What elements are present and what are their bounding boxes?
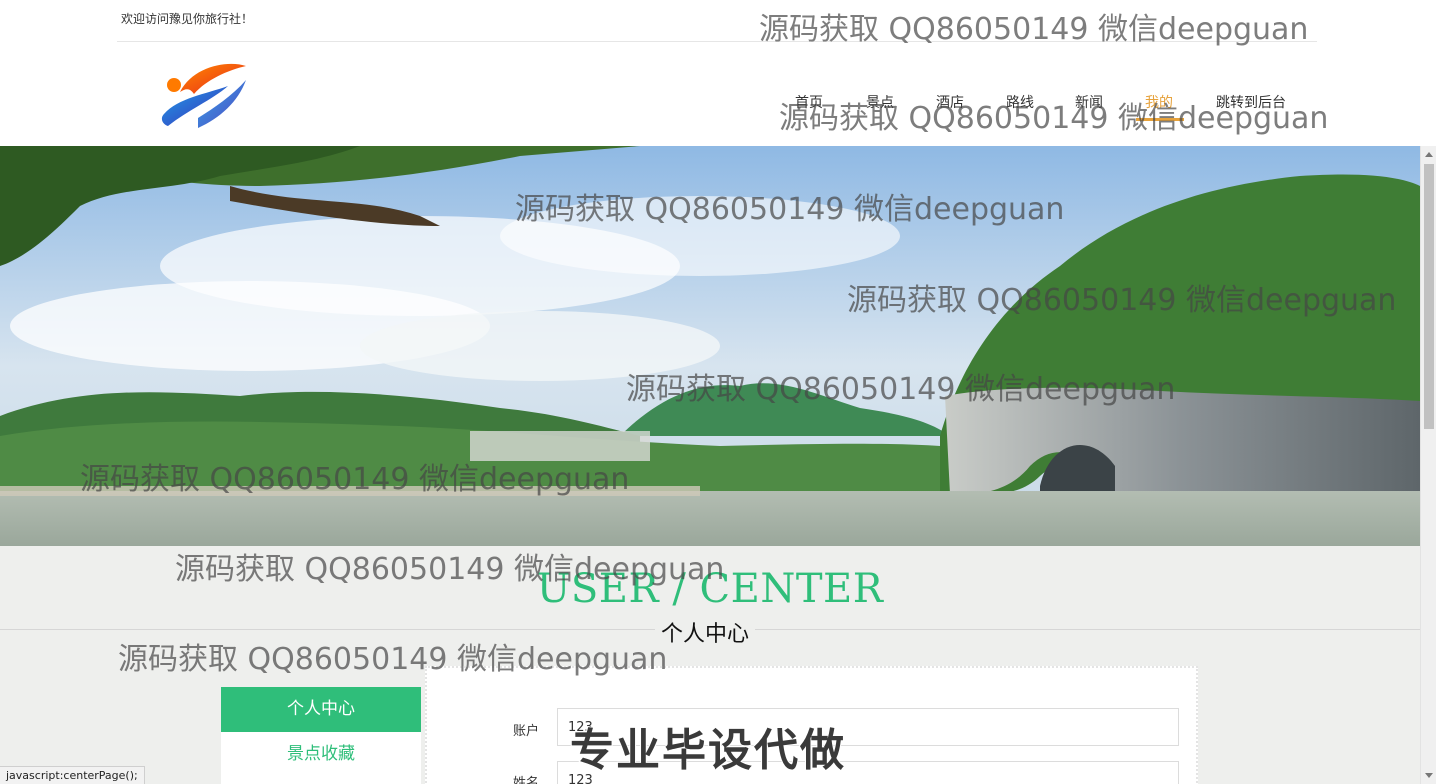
account-label: 账户 xyxy=(513,724,540,739)
nav-mine[interactable]: 我的 xyxy=(1145,92,1173,112)
scroll-up-arrow-icon[interactable] xyxy=(1425,152,1433,157)
banner-image xyxy=(0,146,1420,546)
nav-hotels[interactable]: 酒店 xyxy=(936,92,964,112)
name-label: 姓名 xyxy=(513,776,540,784)
main-nav: 首页 景点 酒店 路线 新闻 我的 跳转到后台 xyxy=(0,92,1420,122)
sidebar-item-profile[interactable]: 个人中心 xyxy=(221,687,421,732)
nav-admin[interactable]: 跳转到后台 xyxy=(1216,92,1286,112)
section-title-cn: 个人中心 xyxy=(655,616,756,648)
user-center-section: USER / CENTER 个人中心 个人中心 景点收藏 账户 姓名 xyxy=(0,546,1420,784)
profile-form: 账户 姓名 xyxy=(425,666,1198,784)
scroll-down-arrow-icon[interactable] xyxy=(1425,773,1433,778)
account-field[interactable] xyxy=(557,708,1179,746)
section-title-en: USER / CENTER xyxy=(536,566,884,612)
name-field[interactable] xyxy=(557,761,1179,784)
nav-active-indicator xyxy=(1136,118,1184,121)
nav-routes[interactable]: 路线 xyxy=(1006,92,1034,112)
page-scrollbar[interactable] xyxy=(1420,146,1436,784)
sidebar-item-favorites[interactable]: 景点收藏 xyxy=(221,732,421,777)
top-bar: 欢迎访问豫见你旅行社！ xyxy=(117,0,1317,42)
nav-home[interactable]: 首页 xyxy=(795,92,823,112)
browser-status-bar: javascript:centerPage(); xyxy=(0,766,145,784)
scroll-thumb[interactable] xyxy=(1424,164,1434,429)
nav-attractions[interactable]: 景点 xyxy=(866,92,894,112)
welcome-text: 欢迎访问豫见你旅行社！ xyxy=(121,12,254,26)
user-sidebar: 个人中心 景点收藏 xyxy=(221,687,421,784)
nav-news[interactable]: 新闻 xyxy=(1075,92,1103,112)
